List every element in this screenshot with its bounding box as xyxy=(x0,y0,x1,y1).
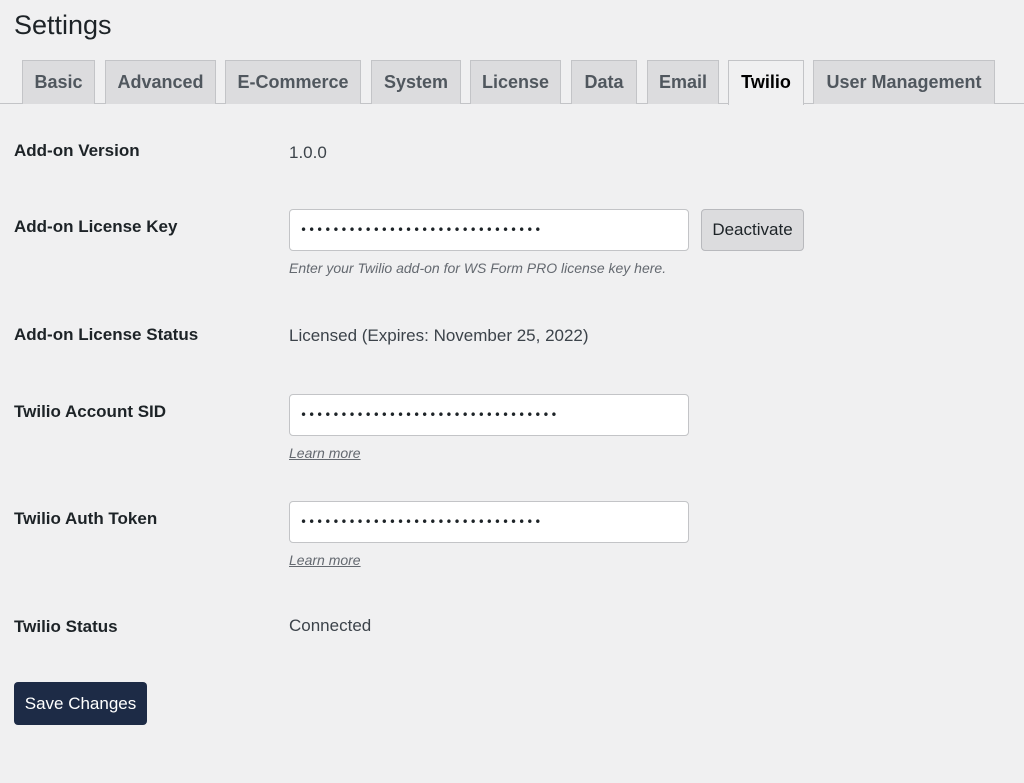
auth-token-learn-more-link[interactable]: Learn more xyxy=(289,551,361,569)
page-title: Settings xyxy=(14,10,112,40)
deactivate-button[interactable]: Deactivate xyxy=(701,209,804,251)
license-key-label: Add-on License Key xyxy=(14,217,178,236)
license-key-description: Enter your Twilio add-on for WS Form PRO… xyxy=(289,260,667,276)
account-sid-label: Twilio Account SID xyxy=(14,402,167,421)
auth-token-label: Twilio Auth Token xyxy=(14,509,158,528)
tab-email[interactable]: Email xyxy=(647,60,719,104)
account-sid-learn-more-link[interactable]: Learn more xyxy=(289,444,361,462)
addon-version-label: Add-on Version xyxy=(14,141,140,160)
tab-basic[interactable]: Basic xyxy=(22,60,95,104)
tab-system[interactable]: System xyxy=(371,60,461,104)
license-status-value: Licensed (Expires: November 25, 2022) xyxy=(289,326,589,345)
account-sid-input[interactable] xyxy=(289,394,689,436)
tab-data[interactable]: Data xyxy=(571,60,637,104)
license-status-label: Add-on License Status xyxy=(14,325,199,344)
twilio-status-label: Twilio Status xyxy=(14,617,118,636)
license-key-input[interactable] xyxy=(289,209,689,251)
addon-version-value: 1.0.0 xyxy=(289,143,327,162)
tab-twilio[interactable]: Twilio xyxy=(728,60,804,105)
tab-license[interactable]: License xyxy=(470,60,561,104)
twilio-status-value: Connected xyxy=(289,616,372,635)
auth-token-input[interactable] xyxy=(289,501,689,543)
tab-advanced[interactable]: Advanced xyxy=(105,60,216,104)
tab-user-management[interactable]: User Management xyxy=(813,60,995,104)
save-changes-button[interactable]: Save Changes xyxy=(14,682,147,725)
tab-e-commerce[interactable]: E-Commerce xyxy=(225,60,361,104)
settings-tab-bar: Basic Advanced E-Commerce System License… xyxy=(0,60,1024,105)
